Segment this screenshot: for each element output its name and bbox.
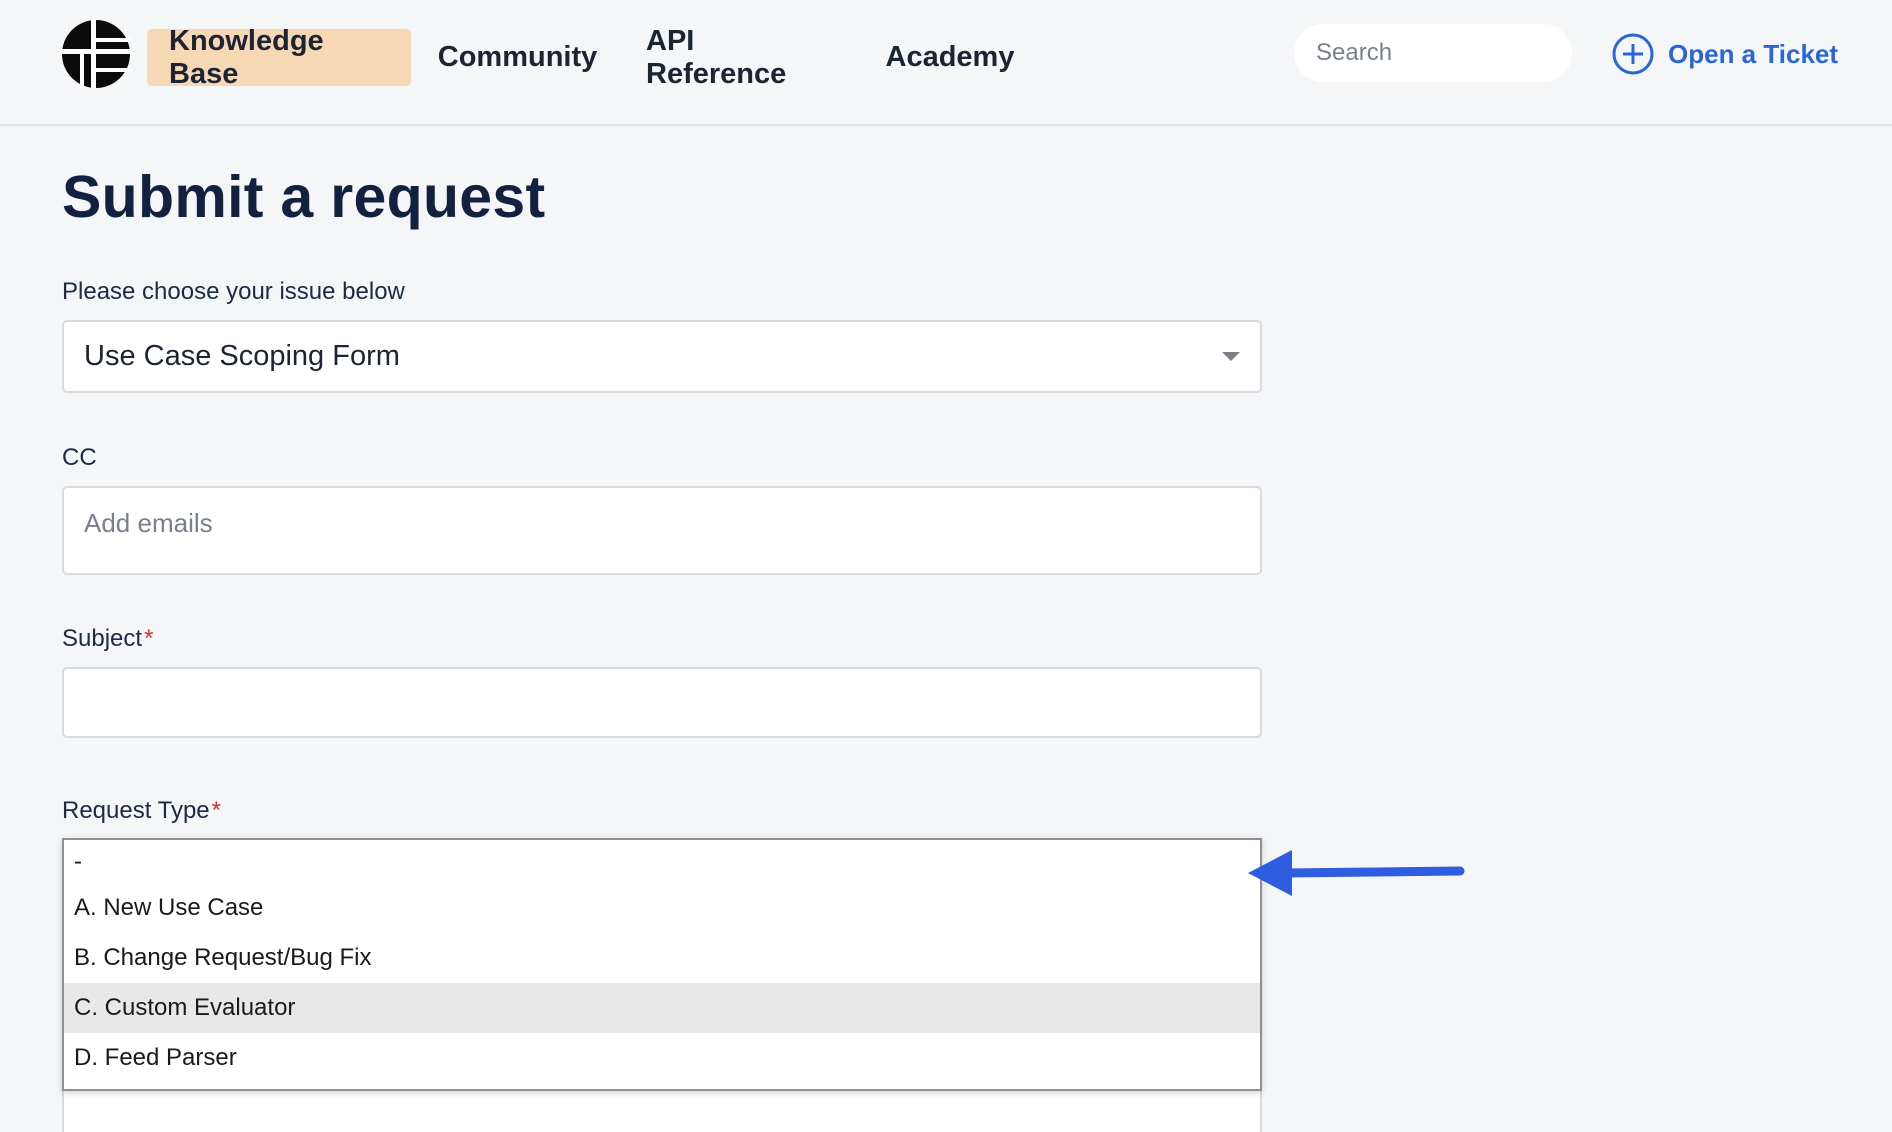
nav-api-reference[interactable]: API Reference (624, 25, 858, 90)
site-header: Knowledge Base Community API Reference A… (0, 0, 1892, 126)
issue-label: Please choose your issue below (62, 278, 405, 305)
subject-input[interactable] (64, 669, 1260, 736)
dropdown-option-new-use-case[interactable]: A. New Use Case (64, 883, 1260, 933)
subject-label: Subject* (62, 625, 153, 653)
nav-community[interactable]: Community (419, 29, 616, 86)
request-type-label-text: Request Type (62, 797, 210, 824)
issue-select[interactable]: Use Case Scoping Form (62, 320, 1262, 393)
cc-field[interactable] (62, 486, 1262, 575)
cc-email-input[interactable] (64, 506, 1260, 540)
required-mark: * (211, 797, 221, 824)
nav-knowledge-base[interactable]: Knowledge Base (147, 25, 411, 90)
request-type-dropdown-list[interactable]: - A. New Use Case B. Change Request/Bug … (62, 838, 1262, 1091)
plus-circle-icon (1612, 33, 1654, 75)
dropdown-option-feed-parser[interactable]: D. Feed Parser (64, 1033, 1260, 1083)
dropdown-option-change-request[interactable]: B. Change Request/Bug Fix (64, 933, 1260, 983)
request-type-label: Request Type* (62, 797, 221, 825)
company-logo-icon[interactable] (62, 20, 130, 88)
chevron-down-icon (1222, 352, 1240, 361)
page-title: Submit a request (62, 164, 546, 230)
subject-label-text: Subject (62, 625, 143, 652)
annotation-arrow-icon (1248, 850, 1465, 896)
nav-academy[interactable]: Academy (866, 29, 1034, 86)
dropdown-option-empty[interactable]: - (64, 840, 1260, 883)
open-ticket-link[interactable]: Open a Ticket (1612, 33, 1838, 75)
open-ticket-label: Open a Ticket (1668, 38, 1839, 69)
subject-field[interactable] (62, 667, 1262, 738)
cc-label: CC (62, 444, 97, 471)
search-input[interactable] (1294, 24, 1572, 82)
required-mark: * (144, 625, 154, 652)
dropdown-option-custom-evaluator[interactable]: C. Custom Evaluator (64, 983, 1260, 1033)
issue-selected-value: Use Case Scoping Form (84, 340, 400, 372)
